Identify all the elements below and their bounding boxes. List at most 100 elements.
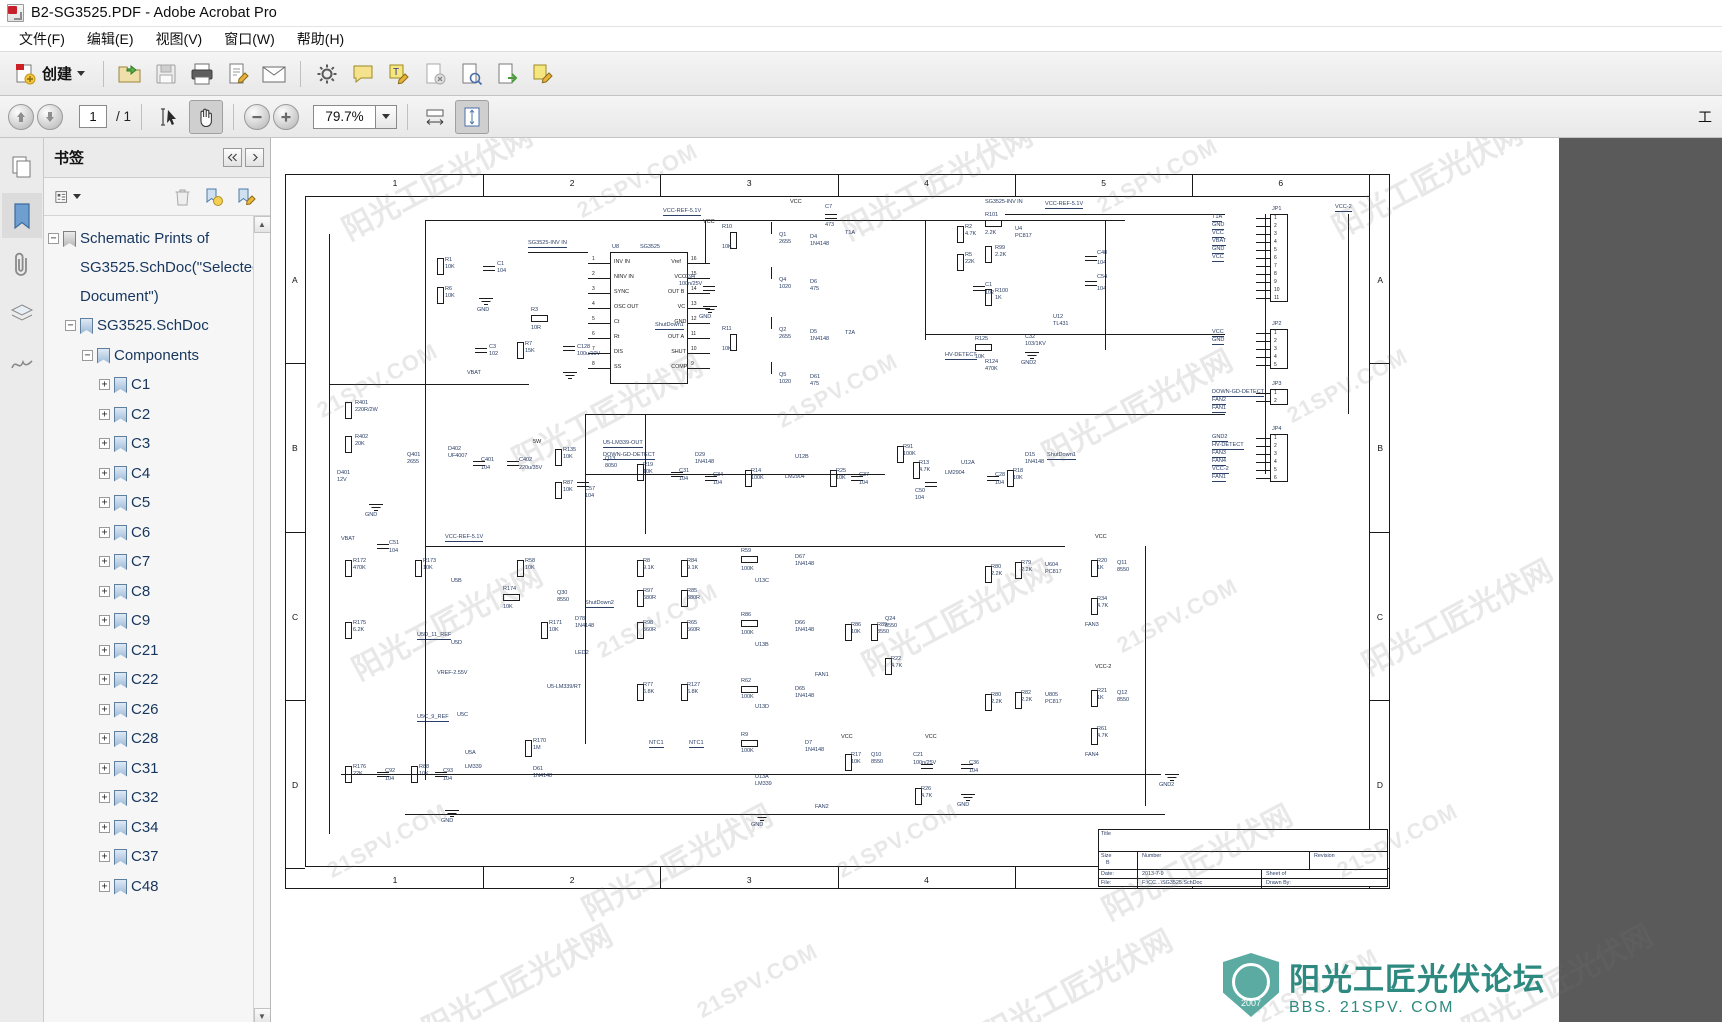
sign-button[interactable] xyxy=(221,57,255,91)
document-export-icon xyxy=(498,63,518,83)
expand-icon[interactable]: + xyxy=(99,733,110,744)
bookmark-item[interactable]: − Schematic Prints of SG3525.SchDoc("Sele… xyxy=(48,224,253,311)
tools-panel-label[interactable]: 工 xyxy=(1698,107,1712,127)
bookmark-item[interactable]: + C2 xyxy=(48,400,253,430)
expand-icon[interactable]: + xyxy=(99,703,110,715)
expand-icon[interactable]: + xyxy=(99,880,110,892)
component-label: LM339 xyxy=(755,781,772,787)
bookmark-item[interactable]: + C32 xyxy=(48,783,253,813)
save-button[interactable] xyxy=(149,57,183,91)
menu-help[interactable]: 帮助(H) xyxy=(286,27,355,52)
expand-icon[interactable]: + xyxy=(99,674,110,685)
rail-bookmarks[interactable] xyxy=(1,193,42,238)
bookmark-item[interactable]: + C26 xyxy=(48,695,253,725)
collapse-icon[interactable]: − xyxy=(82,349,93,361)
zone-tick xyxy=(1370,531,1390,533)
bookmark-item[interactable]: + C7 xyxy=(48,547,253,577)
new-bookmark-button[interactable] xyxy=(200,184,228,210)
pin-name: OSC OUT xyxy=(614,304,639,310)
menu-edit[interactable]: 编辑(E) xyxy=(76,27,145,52)
net-label: FAN1 xyxy=(1212,474,1226,482)
rail-attachments[interactable] xyxy=(2,242,42,287)
bookmark-item[interactable]: + C6 xyxy=(48,518,253,548)
panel-expand-button[interactable] xyxy=(245,148,264,167)
delete-page-button[interactable] xyxy=(418,57,452,91)
component-label: 10K xyxy=(722,244,732,250)
component-label: R100 xyxy=(995,288,1008,294)
collapse-icon[interactable]: − xyxy=(48,233,59,244)
bookmark-options-button[interactable] xyxy=(54,184,82,210)
expand-icon[interactable]: + xyxy=(99,851,110,862)
bookmark-item[interactable]: + C8 xyxy=(48,577,253,607)
expand-icon[interactable]: + xyxy=(99,762,110,774)
bookmark-item[interactable]: + C21 xyxy=(48,636,253,666)
expand-icon[interactable]: + xyxy=(99,408,110,420)
bookmark-item[interactable]: + C34 xyxy=(48,813,253,843)
page-number-input[interactable] xyxy=(79,105,107,128)
component-label: 1N4148 xyxy=(795,627,814,633)
highlight-text-button[interactable]: T xyxy=(382,57,416,91)
find-button[interactable] xyxy=(454,57,488,91)
collapse-icon[interactable]: − xyxy=(65,320,76,331)
expand-icon[interactable]: + xyxy=(99,526,110,538)
rail-signatures[interactable] xyxy=(2,340,42,385)
previous-page-button[interactable] xyxy=(8,103,34,130)
expand-icon[interactable]: + xyxy=(99,467,110,479)
menu-view[interactable]: 视图(V) xyxy=(145,27,214,52)
pin-name: COMP xyxy=(671,364,688,370)
bookmark-item[interactable]: + C5 xyxy=(48,488,253,518)
zoom-dropdown-button[interactable] xyxy=(375,104,398,129)
email-button[interactable] xyxy=(257,57,291,91)
scroll-up-button[interactable]: ▲ xyxy=(253,216,270,233)
bookmark-item[interactable]: + C4 xyxy=(48,459,253,489)
menu-file[interactable]: 文件(F) xyxy=(8,27,76,52)
bookmark-item[interactable]: + C1 xyxy=(48,370,253,400)
bookmark-item[interactable]: + C48 xyxy=(48,872,253,902)
expand-icon[interactable]: + xyxy=(99,497,110,508)
bookmarks-scrollbar[interactable]: ▲ ▼ xyxy=(253,216,270,1022)
zoom-out-button[interactable] xyxy=(244,103,271,130)
expand-icon[interactable]: + xyxy=(99,379,110,390)
expand-icon[interactable]: + xyxy=(99,585,110,597)
bookmark-item[interactable]: + C31 xyxy=(48,754,253,784)
expand-icon[interactable]: + xyxy=(99,438,110,449)
rail-layers[interactable] xyxy=(2,291,42,336)
settings-button[interactable] xyxy=(310,57,344,91)
connector-pin: 6 xyxy=(1274,255,1277,261)
pdf-viewer[interactable]: 112233445566AABBCCDD U8SG35251INV IN2NIN… xyxy=(271,138,1722,1022)
zoom-level-input[interactable]: 79.7% xyxy=(313,104,376,129)
comment-button[interactable] xyxy=(346,57,380,91)
select-tool-button[interactable] xyxy=(152,100,186,134)
expand-icon[interactable]: + xyxy=(99,644,110,656)
component-label: R11 xyxy=(722,326,732,332)
bookmark-item[interactable]: − Components xyxy=(48,341,253,371)
bookmark-item[interactable]: − SG3525.SchDoc xyxy=(48,311,253,341)
bookmark-item[interactable]: + C22 xyxy=(48,665,253,695)
scroll-down-button[interactable]: ▼ xyxy=(253,1008,270,1022)
bookmark-item[interactable]: + C37 xyxy=(48,842,253,872)
panel-collapse-button[interactable] xyxy=(223,148,242,167)
expand-icon[interactable]: + xyxy=(99,615,110,626)
wire xyxy=(588,338,610,339)
zoom-in-button[interactable] xyxy=(273,103,300,130)
delete-bookmark-button[interactable] xyxy=(168,184,196,210)
bookmark-item[interactable]: + C9 xyxy=(48,606,253,636)
edit-bookmark-button[interactable] xyxy=(232,184,260,210)
fit-page-button[interactable] xyxy=(455,99,490,134)
bookmark-item[interactable]: + C28 xyxy=(48,724,253,754)
bookmark-item[interactable]: + C3 xyxy=(48,429,253,459)
rail-pages[interactable] xyxy=(2,144,42,189)
hand-tool-button[interactable] xyxy=(189,99,224,134)
open-button[interactable] xyxy=(113,57,147,91)
expand-icon[interactable]: + xyxy=(99,821,110,833)
next-page-button[interactable] xyxy=(37,103,63,130)
menu-window[interactable]: 窗口(W) xyxy=(213,27,286,52)
expand-icon[interactable]: + xyxy=(99,556,110,567)
expand-icon[interactable]: + xyxy=(99,792,110,803)
edit-text-button[interactable] xyxy=(526,57,560,91)
create-pdf-button[interactable]: 创建 xyxy=(8,58,94,90)
fit-width-button[interactable] xyxy=(418,100,452,134)
export-button[interactable] xyxy=(490,57,524,91)
print-button[interactable] xyxy=(185,57,219,91)
pin-number: 9 xyxy=(691,361,694,367)
